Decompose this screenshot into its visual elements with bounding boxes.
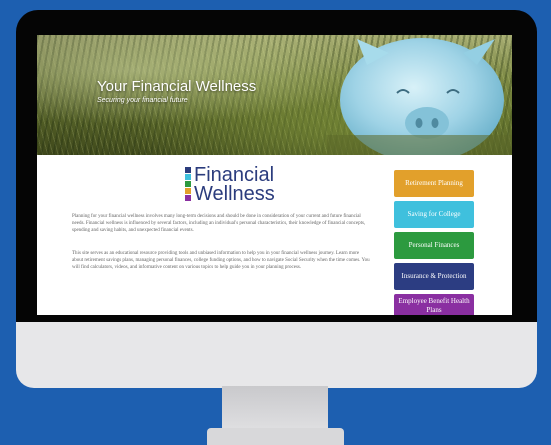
insurance-protection-button[interactable]: Insurance & Protection [394,263,474,290]
site-description-paragraph: This site serves as an educational resou… [72,251,370,270]
monitor-stand-neck [222,386,328,434]
retirement-planning-button[interactable]: Retirement Planning [394,170,474,197]
logo-text-line2: Wellness [194,183,275,205]
hero-title: Your Financial Wellness [97,78,257,95]
intro-paragraph: Planning for your financial wellness inv… [72,214,366,233]
saving-for-college-button[interactable]: Saving for College [394,201,474,228]
logo-text-line1: Financial [194,164,275,186]
personal-finances-button[interactable]: Personal Finances [394,232,474,259]
hero-subtitle: Securing your financial future [97,97,188,104]
piggy-bank-icon [327,38,512,155]
employee-benefit-health-plans-button[interactable]: Employee Benefit Health Plans [394,294,474,315]
monitor-screen: Your Financial Wellness Securing your fi… [37,35,512,315]
monitor-stand-base [207,428,344,445]
logo-bars-icon [185,167,191,203]
financial-wellness-logo: Financial Wellness [185,165,305,205]
monitor-chin [16,322,537,388]
hero-banner: Your Financial Wellness Securing your fi… [37,35,512,155]
